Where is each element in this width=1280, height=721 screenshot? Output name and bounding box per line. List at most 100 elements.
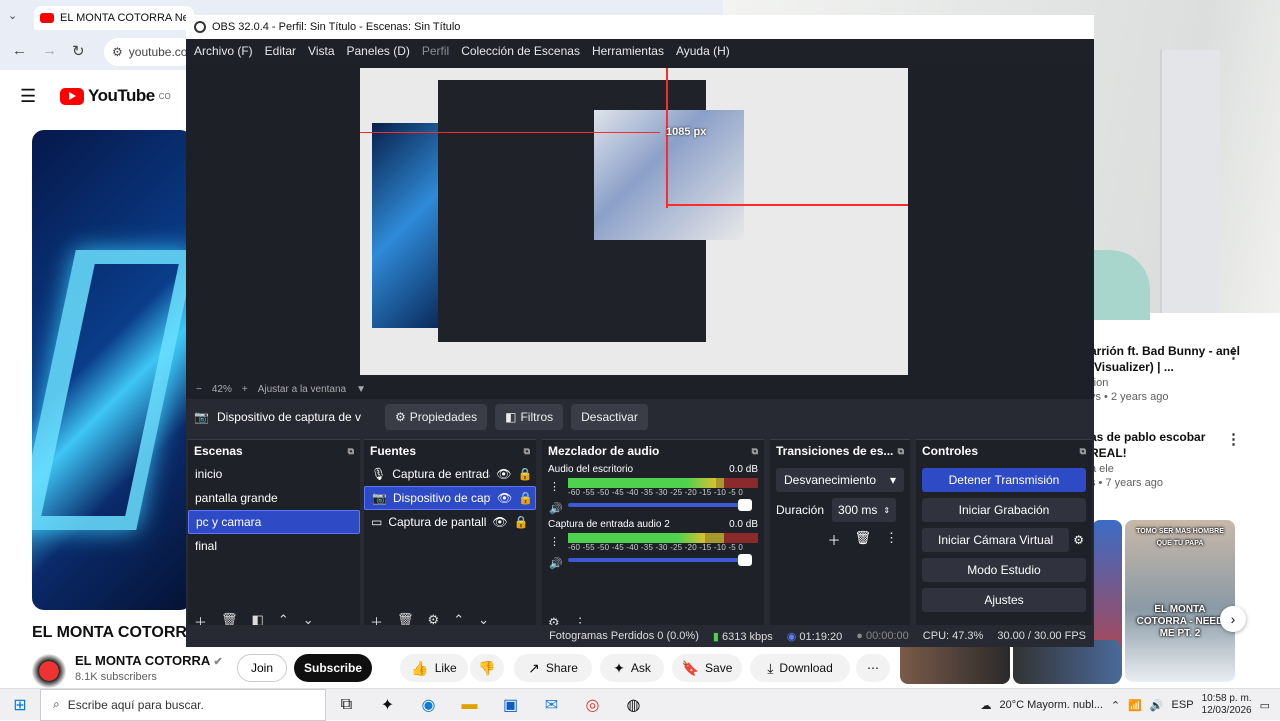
menu-icon[interactable]: ☰ <box>20 86 36 107</box>
recommendation-item[interactable]: as de pablo escobar REAL! a ele s • 7 ye… <box>1090 429 1240 489</box>
channel-name[interactable]: EL MONTA COTORRA ✔ <box>75 653 223 668</box>
weather-icon[interactable]: ☁ <box>980 699 991 712</box>
reload-icon[interactable]: ↻ <box>72 42 85 60</box>
network-icon[interactable]: 📶 <box>1128 699 1142 712</box>
menu-paneles[interactable]: Paneles (D) <box>347 44 410 58</box>
stop-stream-button[interactable]: Detener Transmisión <box>922 468 1086 492</box>
duration-input[interactable]: 300 ms ⇕ <box>832 498 897 522</box>
menu-ayuda[interactable]: Ayuda (H) <box>676 44 730 58</box>
trash-icon[interactable]: 🗑 <box>854 530 871 549</box>
store-icon[interactable]: ▣ <box>490 695 531 715</box>
dropdown-icon[interactable]: ▼ <box>356 384 366 395</box>
weather-text[interactable]: 20°C Mayorm. nubl... <box>999 699 1102 711</box>
language[interactable]: ESP <box>1172 699 1194 711</box>
channel-menu-icon[interactable]: ⋮ <box>549 480 560 493</box>
eye-icon[interactable]: 👁 <box>497 491 512 505</box>
undock-icon[interactable]: ⧉ <box>898 446 904 457</box>
undock-icon[interactable]: ⧉ <box>1080 446 1086 457</box>
fit-label[interactable]: Ajustar a la ventana <box>258 384 346 395</box>
deactivate-button[interactable]: Desactivar <box>571 404 648 430</box>
scene-item[interactable]: pantalla grande <box>188 486 360 510</box>
save-button[interactable]: 🔖 Save <box>672 654 742 682</box>
address-bar[interactable]: ⚙ youtube.co <box>104 38 194 66</box>
volume-icon[interactable]: 🔊 <box>1150 699 1164 712</box>
studio-mode-button[interactable]: Modo Estudio <box>922 558 1086 582</box>
youtube-logo[interactable]: YouTube CO <box>60 86 171 106</box>
tray-chevron-icon[interactable]: ⌃ <box>1111 699 1120 712</box>
scene-item[interactable]: final <box>188 534 360 558</box>
obs-preview[interactable]: 1085 px <box>186 63 1094 383</box>
start-virtual-camera-button[interactable]: Iniciar Cámara Virtual <box>922 528 1070 552</box>
clock[interactable]: 10:58 p. m. 12/03/2026 <box>1202 693 1252 717</box>
source-item[interactable]: 🎙 Captura de entrada 👁 🔒 <box>364 462 536 486</box>
taskbar-search[interactable]: ⌕ Escribe aquí para buscar. <box>40 688 326 721</box>
zoom-in-icon[interactable]: + <box>242 384 248 395</box>
volume-slider[interactable] <box>568 554 752 566</box>
download-button[interactable]: ⤓ Download <box>750 654 850 682</box>
rec-menu-icon[interactable]: ⋮ <box>1226 344 1241 362</box>
undock-icon[interactable]: ⧉ <box>524 446 530 457</box>
video-player[interactable] <box>32 130 192 610</box>
browser-tab[interactable]: EL MONTA COTORRA Need M <box>34 6 194 30</box>
copilot-icon[interactable]: ✦ <box>367 695 408 715</box>
short-thumbnail[interactable]: TOMO SER MAS HOMBRE QUE TU PAPA EL MONTA… <box>1125 520 1235 682</box>
zoom-out-icon[interactable]: − <box>196 384 202 395</box>
task-view-icon[interactable]: ⧉ <box>326 696 367 714</box>
menu-perfil[interactable]: Perfil <box>422 44 449 58</box>
properties-button[interactable]: ⚙ Propiedades <box>384 404 488 430</box>
source-item[interactable]: ▭ Captura de pantalla 👁 🔒 <box>364 510 536 534</box>
more-actions-button[interactable]: ⋯ <box>856 654 890 682</box>
menu-archivo[interactable]: Archivo (F) <box>194 44 253 58</box>
file-explorer-icon[interactable]: ▬ <box>449 696 490 714</box>
next-arrow-icon[interactable]: › <box>1220 606 1246 632</box>
dislike-button[interactable]: 👎 <box>470 654 504 682</box>
menu-icon[interactable]: ⋮ <box>885 530 898 549</box>
ask-button[interactable]: ✦ Ask <box>600 654 664 682</box>
undock-icon[interactable]: ⧉ <box>348 446 354 457</box>
tab-search-icon[interactable]: ⌄ <box>8 9 17 22</box>
subscribe-button[interactable]: Subscribe <box>294 654 372 682</box>
start-recording-button[interactable]: Iniciar Grabación <box>922 498 1086 522</box>
undock-icon[interactable]: ⧉ <box>752 446 758 457</box>
scene-item[interactable]: inicio <box>188 462 360 486</box>
share-button[interactable]: ↗ Share <box>514 654 592 682</box>
channel-menu-icon[interactable]: ⋮ <box>549 535 560 548</box>
source-item-selected[interactable]: 📷 Dispositivo de capti 👁 🔒 <box>364 486 536 510</box>
spin-icon[interactable]: ⇕ <box>883 506 890 515</box>
outlook-icon[interactable]: ✉ <box>531 695 572 715</box>
speaker-icon[interactable]: 🔊 <box>549 557 563 570</box>
lock-icon[interactable]: 🔒 <box>514 515 529 529</box>
menu-coleccion[interactable]: Colección de Escenas <box>461 44 580 58</box>
notifications-icon[interactable]: ▭ <box>1260 699 1270 712</box>
back-icon[interactable]: ← <box>12 42 27 59</box>
obs-taskbar-icon[interactable]: ◍ <box>613 695 654 715</box>
recommendation-item[interactable]: arrión ft. Bad Bunny - anel (Visualizer)… <box>1090 343 1240 403</box>
record-icon: ● <box>856 630 863 642</box>
scene-item-selected[interactable]: pc y camara <box>188 510 360 534</box>
like-button[interactable]: 👍 Like <box>400 654 468 682</box>
lock-icon[interactable]: 🔒 <box>518 491 533 505</box>
rec-menu-icon[interactable]: ⋮ <box>1226 430 1241 448</box>
filters-button[interactable]: ◧ Filtros <box>495 404 564 430</box>
forward-icon[interactable]: → <box>42 42 57 59</box>
add-icon[interactable]: ＋ <box>827 530 840 549</box>
transition-select[interactable]: Desvanecimiento ▾ <box>776 468 904 492</box>
settings-button[interactable]: Ajustes <box>922 588 1086 612</box>
lock-icon[interactable]: 🔒 <box>517 467 532 481</box>
volume-slider[interactable] <box>568 499 752 511</box>
site-info-icon[interactable]: ⚙ <box>112 45 123 59</box>
preview-canvas[interactable]: 1085 px <box>360 68 908 375</box>
channel-avatar[interactable] <box>32 654 66 688</box>
stream-time: 01:19:20 <box>799 630 843 643</box>
join-button[interactable]: Join <box>237 654 287 682</box>
menu-editar[interactable]: Editar <box>265 44 296 58</box>
menu-herramientas[interactable]: Herramientas <box>592 44 664 58</box>
speaker-icon[interactable]: 🔊 <box>549 502 563 515</box>
eye-icon[interactable]: 👁 <box>496 467 511 481</box>
windows-start-icon[interactable]: ⊞ <box>0 695 40 715</box>
chrome-icon[interactable]: ◎ <box>572 695 613 715</box>
eye-icon[interactable]: 👁 <box>492 515 507 529</box>
menu-vista[interactable]: Vista <box>308 44 334 58</box>
edge-icon[interactable]: ◉ <box>408 695 449 715</box>
gear-icon[interactable]: ⚙ <box>1073 533 1084 547</box>
